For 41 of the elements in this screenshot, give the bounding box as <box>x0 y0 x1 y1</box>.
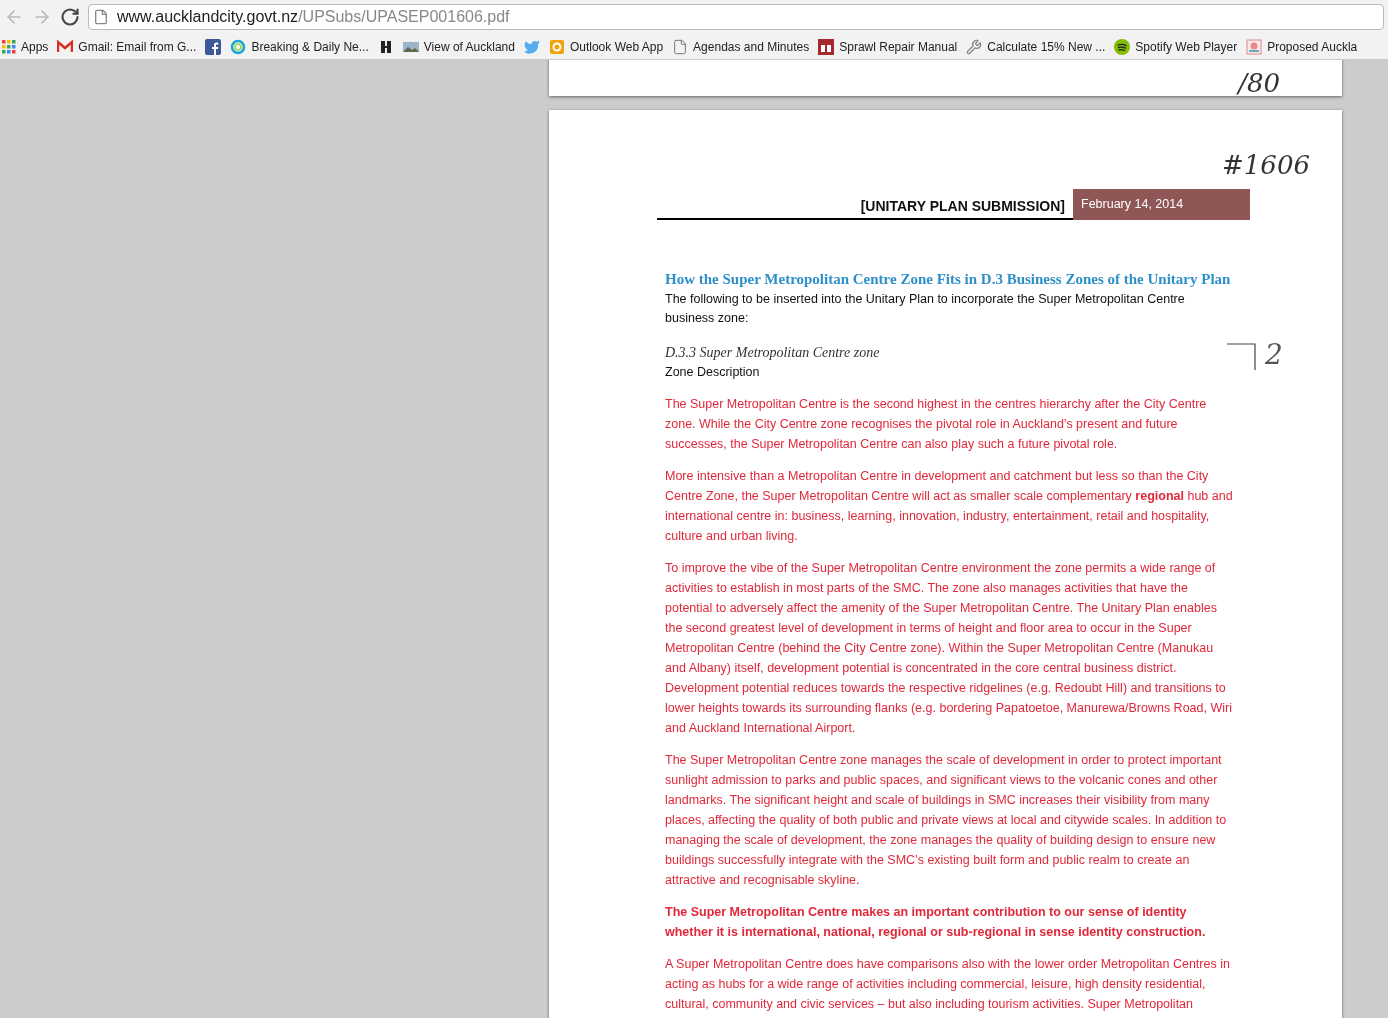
margin-note: 2 <box>1265 337 1283 373</box>
spotify-icon <box>1114 38 1131 55</box>
body-paragraph: More intensive than a Metropolitan Centre in development and catchment but less so than the City Centre Zone, the Super Metropolitan Centre will act as smaller scale complementary regional hub and international centre in: business, learning, innovation, industry, entertainment, retail and hospitality, culture and urban living. <box>665 468 1234 545</box>
outlook-icon <box>548 38 565 55</box>
section-heading: How the Super Metropolitan Centre Zone Fits in D.3 Business Zones of the Unitary Plan <box>665 269 1232 289</box>
bookmark[interactable]: View of Auckland <box>402 37 515 56</box>
body-paragraph: A Super Metropolitan Centre does have comparisons also with the lower order Metropolitan Centres in acting as hubs for a wide range of activities including commercial, leisure, high density residential, cultural, community and civic services – but also including tourism activities. Super Metropolitan <box>665 956 1231 1013</box>
badge-icon <box>1246 38 1263 55</box>
bookmark[interactable]: Spotify Web Player <box>1114 37 1238 56</box>
body-paragraph: The Super Metropolitan Centre zone manages the scale of development in order to protect important sunlight admission to parks and public spaces, and significant views to the volcanic cones and other landmarks. The significant height and scale of buildings in SMC increases their visibility from many places, affecting the quality of both public and private views at local and citywide scales. In addition to managing the scale of development, the zone manages the quality of building design to ensure new buildings successfully integrate with the SMC’s existing built form and public realm to create an attractive and recognisable skyline. <box>665 752 1228 889</box>
bracket-mark <box>1225 342 1257 372</box>
wrench-icon <box>966 38 983 55</box>
handwritten-number: #1606 <box>1222 149 1310 182</box>
bookmark[interactable]: Agendas and Minutes <box>672 37 810 56</box>
date-label: February 14, 2014 <box>1073 189 1250 220</box>
handwritten-note: /80 <box>1238 67 1280 100</box>
intro-paragraph: The following to be inserted into the Unitary Plan to incorporate the Super Metropolitan Centre business zone: <box>665 291 1186 328</box>
body-paragraph: The Super Metropolitan Centre is the second highest in the centres hierarchy after the City Centre zone. While the City Centre zone recognises the pivotal role in Auckland’s present and future successes, the Super Metropolitan Centre can also play such a future pivotal role. <box>665 396 1208 453</box>
ring-icon <box>230 38 247 55</box>
sr-logo-icon <box>818 38 835 55</box>
zone-subheading: Zone Description <box>665 364 761 382</box>
address-bar[interactable]: www.aucklandcity.govt.nz/UPSubs/UPASEP001606.pdf <box>88 4 1384 30</box>
page-icon <box>93 9 109 25</box>
bookmark[interactable]: Proposed Auckla <box>1246 37 1358 56</box>
bird-icon <box>523 38 540 55</box>
bookmark[interactable] <box>205 38 222 55</box>
zone-title: D.3.3 Super Metropolitan Centre zone <box>665 344 881 363</box>
page-icon <box>672 38 689 55</box>
bookmark[interactable]: Breaking & Daily Ne... <box>230 37 369 56</box>
square-f-icon <box>205 38 222 55</box>
body-paragraph: The Super Metropolitan Centre makes an important contribution to our sense of identity whether it is international, national, regional or sub-regional in sense identity construction. <box>665 904 1207 941</box>
apps-grid-icon <box>2 39 16 54</box>
reload-button[interactable] <box>60 7 80 27</box>
header-title: [UNITARY PLAN SUBMISSION] <box>860 196 1065 216</box>
bookmark[interactable]: Sprawl Repair Manual <box>818 37 958 56</box>
envelope-icon <box>57 38 74 55</box>
bookmark[interactable]: Gmail: Email from G... <box>57 37 197 56</box>
bookmark[interactable]: Apps <box>2 37 49 56</box>
body-paragraph: To improve the vibe of the Super Metropolitan Centre environment the zone permits a wide range of activities to establish in most parts of the SMC. The zone also manages activities that have the potential to adversely affect the amenity of the Super Metropolitan Centre. The Unitary Plan enables the second greatest level of development in terms of height and floor area to occur in the Super Metropolitan Centre (behind the City Centre zone). Within the Super Metropolitan Centre (Manukau and Albany) itself, development potential is concentrated in the core central business district. Development potential reduces towards the respective ridgelines (e.g. Redoubt Hill) and transitions to lower heights towards its surrounding flanks (e.g. bordering Papatoetoe, Manurewa/Browns Road, Wiri and Auckland International Airport. <box>665 560 1233 737</box>
bookmark[interactable]: Calculate 15% New ... <box>966 37 1106 56</box>
bookmark[interactable]: Outlook Web App <box>548 37 664 56</box>
